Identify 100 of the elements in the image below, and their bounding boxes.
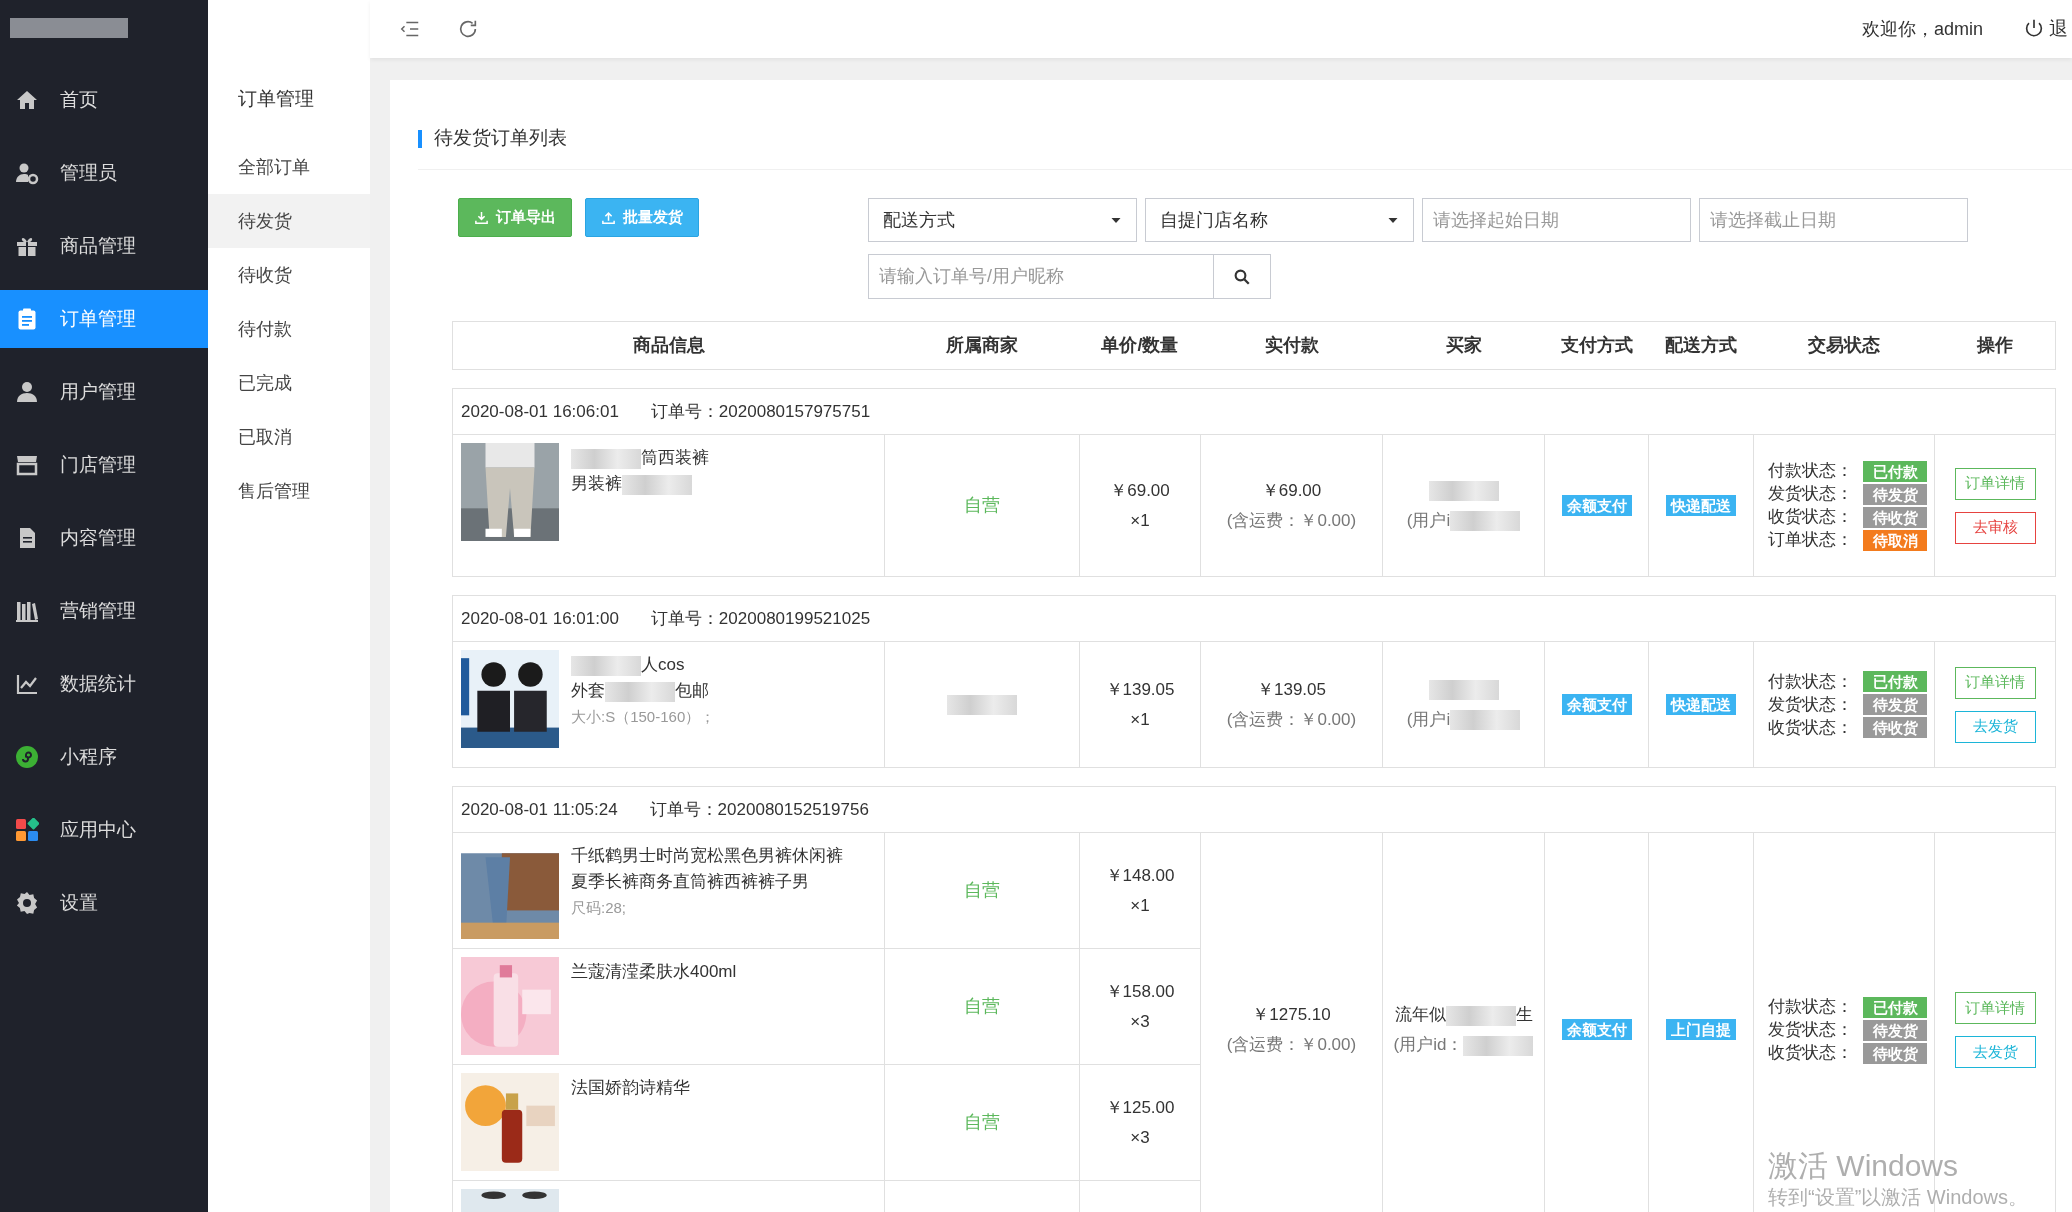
text: 夏季长裤商务直筒裤西裤裤子男 [571, 872, 809, 891]
text: 男装裤 [571, 474, 622, 493]
redacted-text [622, 474, 692, 495]
sidebar-item[interactable]: 首页 [0, 71, 208, 129]
column-header: 交易状态 [1753, 321, 1935, 370]
column-header: 支付方式 [1544, 321, 1649, 370]
order-number: 订单号：2020080157975751 [650, 400, 871, 423]
dropdown-select[interactable]: 自提门店名称 [1145, 198, 1414, 242]
text: (用户i [1406, 709, 1451, 729]
sidebar-item[interactable]: 用户管理 [0, 363, 208, 421]
redacted-text [1445, 1005, 1516, 1026]
redacted-text [1428, 680, 1499, 700]
redacted-text [1428, 481, 1499, 501]
sidebar-item[interactable]: 内容管理 [0, 509, 208, 567]
text: 兰蔻清滢柔肤水400ml [571, 962, 737, 981]
action-button[interactable]: 去审核 [1954, 511, 2036, 544]
miniapp-icon [15, 745, 39, 769]
clipboard-icon [15, 307, 39, 331]
submenu-item[interactable]: 待发货 [208, 194, 370, 248]
product-spec: 大小:S（150-160）； [571, 707, 716, 727]
sidebar-item[interactable]: 门店管理 [0, 436, 208, 494]
status-label: 发货状态： [1768, 693, 1853, 716]
sidebar-item[interactable]: 应用中心 [0, 801, 208, 859]
delivery-tag: 快递配送 [1666, 693, 1736, 715]
sidebar-item[interactable]: 数据统计 [0, 655, 208, 713]
sidebar-item[interactable]: 设置 [0, 874, 208, 932]
status-tag: 待发货 [1863, 694, 1927, 715]
text: 包邮 [675, 681, 709, 700]
status-tag: 待取消 [1863, 529, 1927, 551]
sidebar-item[interactable]: 营销管理 [0, 582, 208, 640]
text: (用户i [1406, 510, 1451, 530]
status-tag: 待发货 [1863, 1019, 1927, 1041]
quantity: ×3 [1129, 1010, 1151, 1033]
settings-icon [15, 891, 39, 915]
text: 自营 [964, 495, 1000, 515]
text: 法国娇韵诗精华 [571, 1078, 690, 1097]
status-label: 收货状态： [1768, 716, 1853, 739]
delivery-tag: 上门自提 [1666, 1019, 1736, 1041]
apps-icon [15, 818, 39, 842]
payment-tag: 余额支付 [1561, 693, 1632, 715]
text: (用户id： [1393, 1035, 1464, 1054]
status-label: 发货状态： [1768, 1019, 1853, 1042]
column-header: 买家 [1382, 321, 1545, 370]
payment-tag: 余额支付 [1561, 1019, 1632, 1041]
shipping-fee: (含运费：￥0.00) [1225, 1034, 1358, 1056]
upload-icon [601, 210, 616, 225]
column-header: 操作 [1934, 321, 2056, 370]
date-field[interactable]: 请选择起始日期 [1422, 198, 1691, 242]
text: 筒西装裤 [641, 448, 709, 467]
status-tag: 待发货 [1863, 483, 1927, 505]
column-header: 商品信息 [452, 321, 885, 370]
quantity: ×3 [1129, 1126, 1151, 1149]
shipping-fee: (含运费：￥0.00) [1225, 708, 1358, 731]
redacted-text [571, 655, 641, 676]
unit-price: ￥69.00 [1109, 479, 1171, 502]
sidebar-item[interactable]: 管理员 [0, 144, 208, 202]
line-chart-icon [15, 672, 39, 696]
unit-price: ￥158.00 [1104, 980, 1176, 1003]
product-spec: 尺码:28; [571, 898, 628, 918]
status-tag: 已付款 [1863, 671, 1927, 692]
status-label: 收货状态： [1768, 1042, 1853, 1065]
status-label: 发货状态： [1768, 483, 1853, 506]
quantity: ×1 [1129, 894, 1151, 917]
books-icon [15, 599, 39, 623]
sidebar-item[interactable]: 商品管理 [0, 217, 208, 275]
user-gear-icon [15, 161, 39, 185]
redacted-text [1463, 1035, 1534, 1056]
logout-button[interactable]: 退 [2023, 14, 2068, 44]
download-icon [474, 210, 489, 225]
title-bar-mark [418, 129, 422, 148]
card-title: 待发货订单列表 [434, 126, 567, 151]
redacted-text [947, 695, 1017, 716]
text: 自营 [964, 996, 1000, 1016]
text: 流年似 [1394, 1005, 1446, 1024]
os-activation-text: 转到“设置”以激活 Windows。 [1768, 1185, 2028, 1210]
order-number: 订单号：2020080199521025 [650, 607, 871, 630]
text: 生 [1515, 1005, 1533, 1024]
paid-amount: ￥69.00 [1260, 479, 1323, 502]
shipping-fee: (含运费：￥0.00) [1225, 509, 1358, 532]
search-button[interactable] [1214, 254, 1271, 299]
text: 自营 [964, 1112, 1000, 1132]
status-label: 付款状态： [1768, 670, 1853, 693]
welcome-text: 欢迎你，admin [1861, 17, 1983, 41]
unit-price: ￥139.05 [1104, 678, 1176, 701]
home-icon [15, 88, 39, 112]
order-time: 2020-08-01 16:06:01 [461, 400, 619, 423]
payment-tag: 余额支付 [1561, 494, 1632, 516]
search-field[interactable]: 请输入订单号/用户昵称 [868, 254, 1214, 299]
dropdown-select[interactable]: 配送方式 [868, 198, 1137, 242]
user-icon [15, 380, 39, 404]
quantity: ×1 [1129, 509, 1151, 532]
unit-price: ￥125.00 [1104, 1096, 1176, 1119]
status-label: 付款状态： [1768, 460, 1853, 483]
text: 自营 [964, 880, 1000, 900]
paid-amount: ￥139.05 [1256, 678, 1327, 701]
sidebar-item[interactable]: 小程序 [0, 728, 208, 786]
column-header: 所属商家 [884, 321, 1080, 370]
date-field[interactable]: 请选择截止日期 [1699, 198, 1968, 242]
delivery-tag: 快递配送 [1666, 494, 1736, 516]
store-icon [15, 453, 39, 477]
